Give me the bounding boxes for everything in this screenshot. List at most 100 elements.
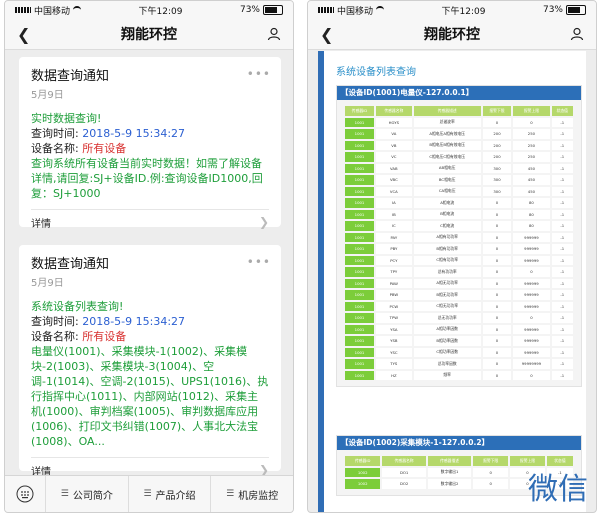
table-cell: 200 xyxy=(482,140,512,150)
clock: 下午12:09 xyxy=(441,6,486,17)
wechat-watermark: 微信 xyxy=(528,472,588,507)
column-header: 传感器描述 xyxy=(427,456,472,466)
table-cell: C相功率因数 xyxy=(413,347,481,357)
menu-dots-icon: ☰ xyxy=(60,489,69,499)
profile-icon[interactable] xyxy=(261,27,281,41)
table-cell: VB xyxy=(376,140,412,150)
table-cell: VAB xyxy=(376,163,412,173)
table-cell: VA xyxy=(376,129,412,139)
table-row: 1001 TYS 总功率因数 0 99999999 -1 xyxy=(345,359,573,369)
card-heading: 实时数据查询! xyxy=(31,112,102,125)
table-cell: 250 xyxy=(513,140,550,150)
table-row: 1001 YSC C相功率因数 0 999999 -1 xyxy=(345,347,573,357)
table-cell: -1 xyxy=(551,347,573,357)
table-cell: 999999 xyxy=(513,324,550,334)
menu-product-intro[interactable]: ☰ 产品介绍 xyxy=(129,476,212,512)
table-cell: 999999 xyxy=(513,278,550,288)
table-cell: 总功率因数 xyxy=(413,359,481,369)
device-section-1001: 【设备ID(1001)电量仪-127.0.0.1】 传感器ID 传感器名称 传感器描… xyxy=(336,85,582,387)
back-icon[interactable]: ❮ xyxy=(320,25,340,44)
column-header: 传感器ID xyxy=(345,456,381,466)
table-row: 1001 VC C相电压C相有效电压 200 250 -1 xyxy=(345,152,573,162)
table-row: 1001 VCA CA相电压 300 450 -1 xyxy=(345,186,573,196)
table-cell: IB xyxy=(376,209,412,219)
table-cell: VC xyxy=(376,152,412,162)
table-row: 1001 TPW 总无功功率 0 0 -1 xyxy=(345,313,573,323)
table-cell: 1001 xyxy=(345,175,374,185)
table-cell: -1 xyxy=(551,278,573,288)
table-cell: 1001 xyxy=(345,255,374,265)
table-cell: 999999 xyxy=(513,244,550,254)
table-cell: PAW xyxy=(376,278,412,288)
table-cell: PBW xyxy=(376,290,412,300)
table-cell: 0 xyxy=(482,244,512,254)
table-cell: -1 xyxy=(551,140,573,150)
table-cell: C相电压C相有效电压 xyxy=(413,152,481,162)
table-row: 1001 VB B相电压B相有效电压 200 250 -1 xyxy=(345,140,573,150)
table-cell: 1001 xyxy=(345,209,374,219)
query-time-value: 2018-5-9 15:34:27 xyxy=(82,127,186,140)
profile-icon[interactable] xyxy=(564,27,584,41)
table-cell: 300 xyxy=(482,186,512,196)
status-bar: 中国移动 下午12:09 73% xyxy=(5,1,293,19)
card-date: 5月9日 xyxy=(31,278,64,289)
table-row: 1001 IA A相电流 0 80 -1 xyxy=(345,198,573,208)
menu-company-intro[interactable]: ☰ 公司简介 xyxy=(46,476,129,512)
table-cell: A相有功功率 xyxy=(413,232,481,242)
table-cell: YSA xyxy=(376,324,412,334)
table-cell: 0 xyxy=(482,313,512,323)
table-cell: B相无功功率 xyxy=(413,290,481,300)
column-header: 传感器ID xyxy=(345,106,374,116)
table-cell: 数字输出1 xyxy=(427,467,472,477)
carrier-label: 中国移动 xyxy=(337,6,374,17)
table-cell: DO2 xyxy=(382,479,426,489)
nav-bar: ❮ 翔能环控 xyxy=(308,19,596,50)
table-cell: 0 xyxy=(482,232,512,242)
menu-room-monitor[interactable]: ☰ 机房监控 xyxy=(211,476,293,512)
column-header: 报警下限 xyxy=(482,106,512,116)
table-cell: A相无功功率 xyxy=(413,278,481,288)
keyboard-toggle-button[interactable] xyxy=(5,476,46,512)
table-cell: 数字输出2 xyxy=(427,479,472,489)
nav-bar: ❮ 翔能环控 xyxy=(5,19,293,50)
table-cell: A相功率因数 xyxy=(413,324,481,334)
table-cell: 0 xyxy=(482,255,512,265)
back-icon[interactable]: ❮ xyxy=(17,25,37,44)
page-title: 翔能环控 xyxy=(424,27,480,43)
table-row: 1001 YSA A相功率因数 0 999999 -1 xyxy=(345,324,573,334)
table-cell: 450 xyxy=(513,163,550,173)
more-options-icon[interactable]: ••• xyxy=(247,255,271,269)
table-row: 1001 HZ 频率 0 0 -1 xyxy=(345,370,573,380)
menu-label: 机房监控 xyxy=(238,490,279,502)
table-cell: BC相电压 xyxy=(413,175,481,185)
table-cell: 0 xyxy=(482,117,512,127)
table-cell: A相电压A相有效电压 xyxy=(413,129,481,139)
page-title: 翔能环控 xyxy=(121,27,177,43)
table-row: 1001 VBC BC相电压 300 450 -1 xyxy=(345,175,573,185)
table-cell: 0 xyxy=(482,290,512,300)
details-link[interactable]: 详情 ❯ xyxy=(31,209,269,234)
table-cell: HZ xyxy=(376,370,412,380)
table-cell: 1001 xyxy=(345,267,374,277)
table-cell: HGYS xyxy=(376,117,412,127)
device-value: 所有设备 xyxy=(82,142,127,155)
table-cell: -1 xyxy=(551,255,573,265)
table-cell: B相有功功率 xyxy=(413,244,481,254)
table-cell: 1001 xyxy=(345,163,374,173)
table-cell: 1001 xyxy=(345,244,374,254)
table-cell: 999999 xyxy=(513,336,550,346)
table-cell: -1 xyxy=(551,175,573,185)
table-cell: 0 xyxy=(482,324,512,334)
sensor-table: 传感器ID 传感器名称 传感器描述 报警下限 报警上限 状态值 1001 HGYS 总谐波率 0… xyxy=(343,104,575,382)
table-cell: 0 xyxy=(513,370,550,380)
table-cell: 总谐波率 xyxy=(413,117,481,127)
table-row: 1001 PAY A相有功功率 0 999999 -1 xyxy=(345,232,573,242)
table-cell: -1 xyxy=(551,359,573,369)
table-cell: 0 xyxy=(482,336,512,346)
table-cell: -1 xyxy=(551,198,573,208)
table-cell: 1001 xyxy=(345,117,374,127)
more-options-icon[interactable]: ••• xyxy=(247,67,271,81)
table-cell: CA相电压 xyxy=(413,186,481,196)
table-row: 1001 PCY C相有功功率 0 999999 -1 xyxy=(345,255,573,265)
table-cell: 1001 xyxy=(345,336,374,346)
